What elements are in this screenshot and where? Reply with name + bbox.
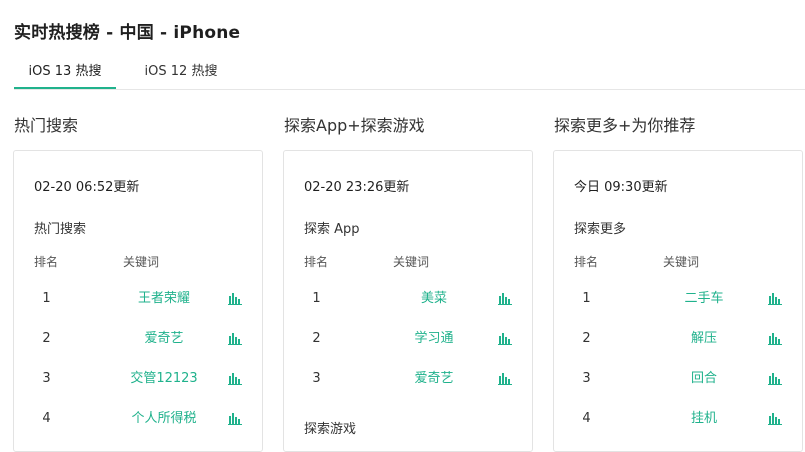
section-title: 探索更多 xyxy=(574,222,627,237)
page-title: 实时热搜榜 - 中国 - iPhone xyxy=(14,23,241,43)
table-row: 3 交管12123 xyxy=(14,367,262,391)
header-keyword: 关键词 xyxy=(393,255,430,269)
keyword-link[interactable]: 学习通 xyxy=(364,327,504,351)
bar-chart-icon[interactable] xyxy=(498,293,512,305)
rank-number: 3 xyxy=(42,371,51,386)
rank-number: 2 xyxy=(582,331,591,346)
column-heading-hot: 热门搜索 xyxy=(14,116,79,135)
updated-time: 02-20 06:52更新 xyxy=(34,180,140,195)
bar-chart-icon[interactable] xyxy=(228,293,242,305)
bar-chart-icon[interactable] xyxy=(768,293,782,305)
table-row: 3 回合 xyxy=(554,367,802,391)
bar-chart-icon[interactable] xyxy=(498,373,512,385)
tab-bar: iOS 13 热搜 iOS 12 热搜 xyxy=(0,60,805,90)
tab-divider xyxy=(14,89,805,90)
bar-chart-icon[interactable] xyxy=(498,333,512,345)
keyword-link[interactable]: 回合 xyxy=(634,367,774,391)
table-row: 3 爱奇艺 xyxy=(284,367,532,391)
section-title: 探索 App xyxy=(304,222,360,237)
card-explore-more: 今日 09:30更新 探索更多 排名 关键词 1 二手车 2 解压 3 回合 4 挂机 xyxy=(553,150,803,452)
table-row: 4 个人所得税 xyxy=(14,407,262,431)
keyword-link[interactable]: 爱奇艺 xyxy=(94,327,234,351)
bar-chart-icon[interactable] xyxy=(768,333,782,345)
keyword-link[interactable]: 二手车 xyxy=(634,287,774,311)
updated-time: 今日 09:30更新 xyxy=(574,180,668,195)
rank-number: 4 xyxy=(582,411,591,426)
header-rank: 排名 xyxy=(574,255,599,269)
rank-number: 3 xyxy=(312,371,321,386)
table-row: 2 爱奇艺 xyxy=(14,327,262,351)
keyword-link[interactable]: 美菜 xyxy=(364,287,504,311)
bar-chart-icon[interactable] xyxy=(228,413,242,425)
card-hot-search: 02-20 06:52更新 热门搜索 排名 关键词 1 王者荣耀 2 爱奇艺 3 交管12… xyxy=(13,150,263,452)
section-title: 热门搜索 xyxy=(34,222,87,237)
tab-ios12[interactable]: iOS 12 热搜 xyxy=(130,60,232,90)
header-keyword: 关键词 xyxy=(663,255,700,269)
tab-ios13[interactable]: iOS 13 热搜 xyxy=(14,60,116,90)
keyword-link[interactable]: 爱奇艺 xyxy=(364,367,504,391)
keyword-link[interactable]: 挂机 xyxy=(634,407,774,431)
keyword-link[interactable]: 交管12123 xyxy=(94,367,234,391)
header-rank: 排名 xyxy=(34,255,59,269)
rank-number: 1 xyxy=(42,291,51,306)
rank-number: 1 xyxy=(582,291,591,306)
bar-chart-icon[interactable] xyxy=(228,373,242,385)
table-row: 1 二手车 xyxy=(554,287,802,311)
rank-number: 2 xyxy=(312,331,321,346)
rank-number: 3 xyxy=(582,371,591,386)
table-row: 2 解压 xyxy=(554,327,802,351)
bar-chart-icon[interactable] xyxy=(768,373,782,385)
keyword-link[interactable]: 个人所得税 xyxy=(94,407,234,431)
header-keyword: 关键词 xyxy=(123,255,160,269)
tab-label: iOS 13 热搜 xyxy=(28,64,102,79)
table-row: 4 挂机 xyxy=(554,407,802,431)
table-row: 1 王者荣耀 xyxy=(14,287,262,311)
column-heading-more: 探索更多+为你推荐 xyxy=(554,116,696,135)
keyword-link[interactable]: 王者荣耀 xyxy=(94,287,234,311)
bar-chart-icon[interactable] xyxy=(768,413,782,425)
updated-time: 02-20 23:26更新 xyxy=(304,180,410,195)
table-row: 1 美菜 xyxy=(284,287,532,311)
rank-number: 4 xyxy=(42,411,51,426)
section-title-games: 探索游戏 xyxy=(304,422,357,437)
rank-number: 2 xyxy=(42,331,51,346)
keyword-link[interactable]: 解压 xyxy=(634,327,774,351)
header-rank: 排名 xyxy=(304,255,329,269)
column-heading-explore: 探索App+探索游戏 xyxy=(284,116,425,135)
card-explore-app: 02-20 23:26更新 探索 App 排名 关键词 探索游戏 1 美菜 2 学习通… xyxy=(283,150,533,452)
table-row: 2 学习通 xyxy=(284,327,532,351)
bar-chart-icon[interactable] xyxy=(228,333,242,345)
tab-label: iOS 12 热搜 xyxy=(144,64,218,79)
rank-number: 1 xyxy=(312,291,321,306)
